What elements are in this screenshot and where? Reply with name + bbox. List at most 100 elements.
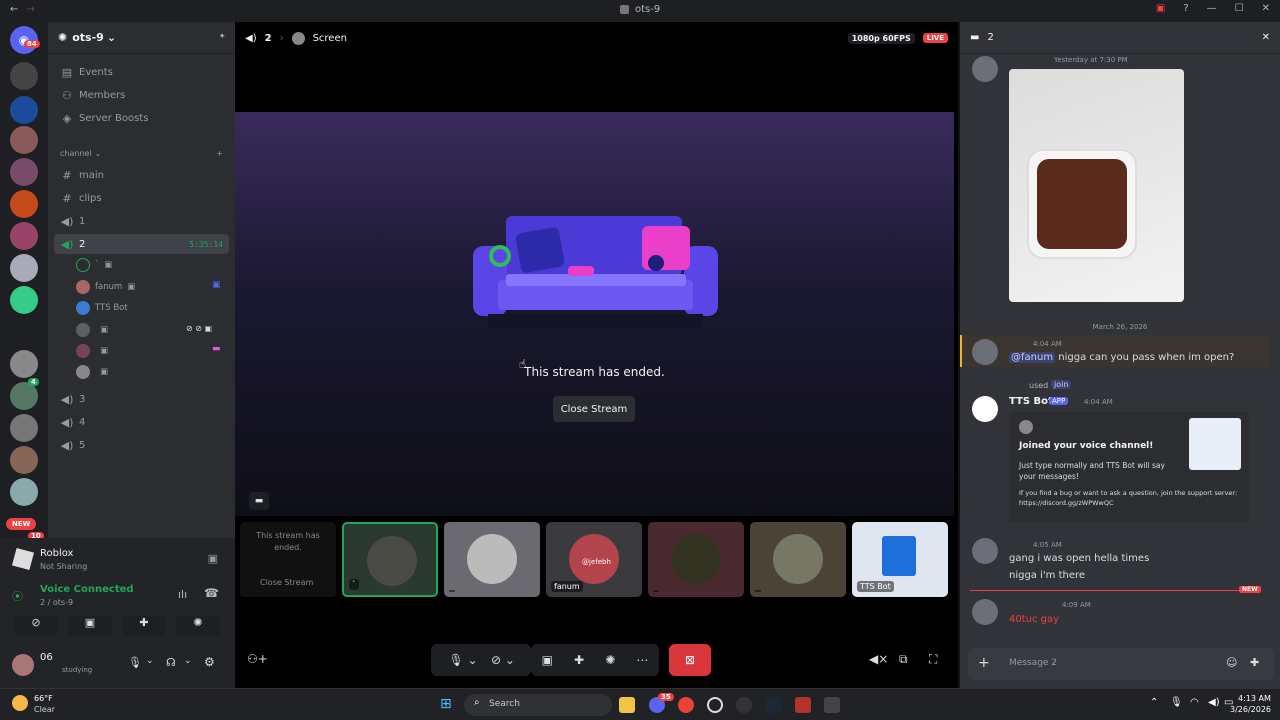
participant-tile[interactable] [750,522,846,597]
clock-date[interactable]: 3/26/2026 [1230,705,1271,714]
emoji-icon[interactable]: ☺ [1226,656,1237,669]
chrome-icon[interactable] [678,697,694,713]
server-icon[interactable] [10,414,38,442]
chat-toggle-icon[interactable]: ▬ [249,492,269,510]
voice-channel-2[interactable]: ◀) 2 5:35:14 [54,234,229,254]
user-mention[interactable]: @fanum [1009,352,1056,363]
obs-icon[interactable] [707,697,723,713]
category-header[interactable]: channel ⌄ + [54,146,229,160]
server-icon[interactable] [10,254,38,282]
settings-gear-icon[interactable]: ⚙ [204,655,215,669]
camera-off-button[interactable]: ⊘ [14,616,58,636]
close-window-icon[interactable]: ✕ [1262,3,1270,14]
message-author[interactable]: TTS Bot [1009,396,1053,407]
voice-user[interactable]: ▣ [76,363,108,381]
wifi-icon[interactable]: ◠ [1190,697,1199,708]
message-input[interactable]: + Message 2 ☺ ✚ [968,648,1274,680]
volume-icon[interactable]: ◀) [1208,697,1220,708]
avatar[interactable] [972,396,998,422]
soundboard-button[interactable]: ✺ [176,616,220,636]
close-icon[interactable]: ✕ [1262,32,1270,43]
weather-icon[interactable] [12,695,28,711]
noise-suppression-icon[interactable]: ılı [178,588,187,601]
participant-tile[interactable] [444,522,540,597]
voice-user[interactable]: fanum ▣ [76,278,135,296]
inbox-icon[interactable]: ▣ [1156,3,1165,14]
voice-channel-1[interactable]: ◀) 1 [54,211,229,231]
avatar[interactable] [972,339,998,365]
voice-channel-5[interactable]: ◀) 5 [54,435,229,455]
participant-tile[interactable]: @jefebh fanum [546,522,642,597]
close-stream-button[interactable]: Close Stream [553,396,635,422]
participant-tile[interactable]: TTS Bot [852,522,948,597]
app-icon[interactable] [795,697,811,713]
mic-icon[interactable]: 🎙︎ [128,656,142,669]
voice-channel-4[interactable]: ◀) 4 [54,412,229,432]
sidebar-item-events[interactable]: ▤ Events [54,62,229,82]
popout-icon[interactable]: ⧉ [899,652,908,667]
minimize-icon[interactable]: — [1207,3,1217,14]
avatar[interactable] [972,538,998,564]
participant-tile[interactable]: ` [342,522,438,597]
activity-controls[interactable]: ▣ ✚ ✺ ⋯ [531,644,659,676]
server-icon[interactable] [10,382,38,410]
channel-main[interactable]: # main [54,165,229,185]
app-icon[interactable] [824,697,840,713]
participant-tile[interactable] [648,522,744,597]
voice-user[interactable]: ▣ [76,321,108,339]
voice-user[interactable]: ` ▣ [76,256,112,274]
chevron-down-icon[interactable]: ⌄ [184,656,192,666]
fullscreen-icon[interactable]: ⛶ [929,652,937,667]
volume-mute-icon[interactable]: ◀× [869,652,888,666]
help-icon[interactable]: ? [1183,3,1188,14]
add-attachment-icon[interactable]: + [978,655,990,671]
activities-icon[interactable]: ✚ [574,653,584,667]
add-channel-icon[interactable]: + [216,149,223,158]
back-icon[interactable]: ← [10,4,18,15]
clock-time[interactable]: 4:13 AM [1238,694,1271,703]
server-icon[interactable] [10,96,38,124]
apps-icon[interactable]: ✚ [1250,656,1259,669]
maximize-icon[interactable]: ☐ [1235,3,1244,14]
tile-close-stream-text[interactable]: Close Stream [260,578,313,587]
disconnect-icon[interactable]: ☎ [204,586,219,600]
invite-icon[interactable]: ⁺ [219,31,225,44]
windows-start-icon[interactable]: ⊞ [440,696,452,712]
server-icon[interactable] [10,350,38,378]
steam-icon[interactable] [765,697,781,713]
share-screen-icon[interactable]: ▣ [542,653,553,667]
headphones-icon[interactable]: ☊ [166,656,176,669]
slash-command[interactable]: join [1051,380,1072,389]
disconnect-button[interactable]: ⊠ [669,644,711,676]
server-icon[interactable] [10,446,38,474]
soundboard-icon[interactable]: ✺ [605,653,615,667]
channel-clips[interactable]: # clips [54,188,229,208]
invite-to-voice-icon[interactable]: ⚇+ [247,652,268,666]
server-icon[interactable] [10,62,38,90]
share-screen-icon[interactable]: ▣ [208,552,218,565]
microphone-tray-icon[interactable]: 🎙︎ [1170,697,1183,708]
server-icon[interactable] [10,126,38,154]
server-icon[interactable] [10,222,38,250]
voice-user[interactable]: TTS Bot [76,299,128,317]
taskbar-search[interactable]: ⌕ Search [464,694,612,716]
avatar[interactable] [972,599,998,625]
server-icon[interactable] [10,190,38,218]
server-icon[interactable] [10,286,38,314]
server-header[interactable]: ✺ ots-9 ⌄ ⁺ [48,22,235,54]
sidebar-item-boosts[interactable]: ◈ Server Boosts [54,108,229,128]
forward-icon[interactable]: → [26,4,34,15]
participant-tile-ended[interactable]: This stream has ended. Close Stream [240,522,336,597]
tray-overflow-icon[interactable]: ⌃ [1150,697,1158,708]
chevron-down-icon[interactable]: ⌄ [146,656,154,666]
server-icon[interactable] [10,158,38,186]
app-icon[interactable] [736,697,752,713]
server-icon[interactable] [10,478,38,506]
user-card[interactable]: 06 studying [12,650,132,680]
sidebar-item-members[interactable]: ⚇ Members [54,85,229,105]
voice-channel-3[interactable]: ◀) 3 [54,389,229,409]
file-explorer-icon[interactable] [619,697,635,713]
voice-user[interactable]: ▣ [76,342,108,360]
avatar[interactable] [972,56,998,82]
activities-button[interactable]: ✚ [122,616,166,636]
